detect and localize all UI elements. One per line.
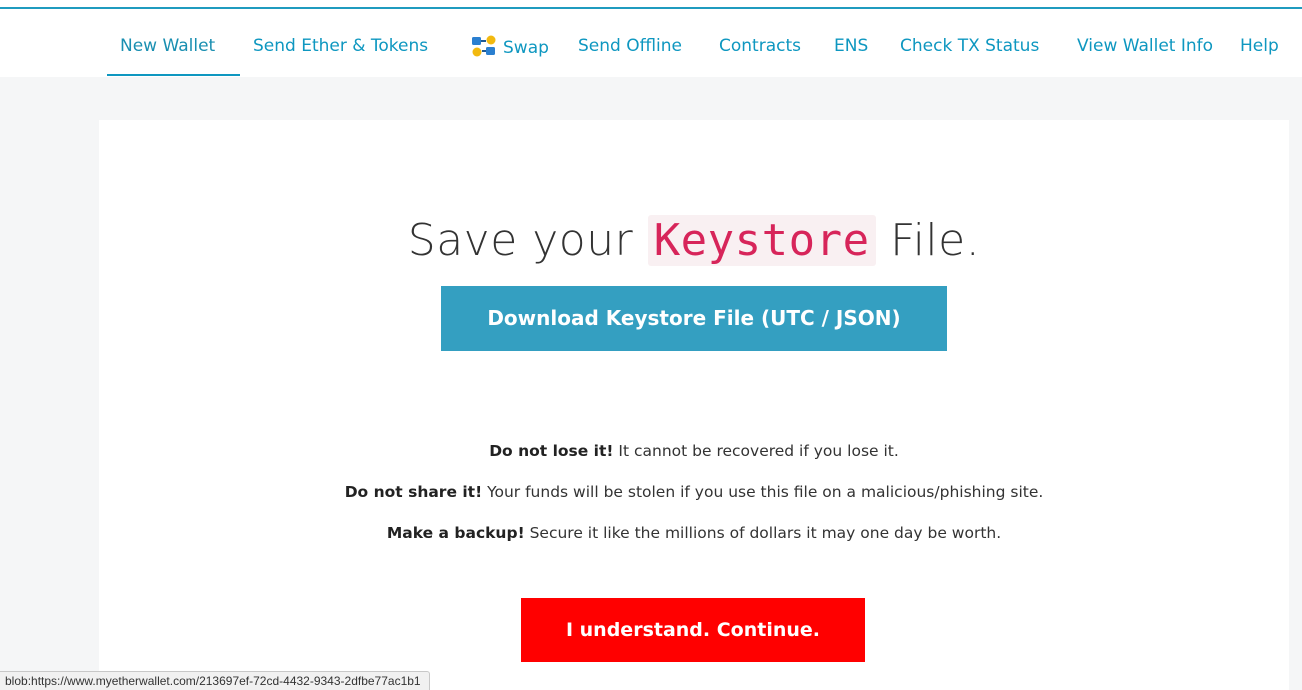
download-keystore-button[interactable]: Download Keystore File (UTC / JSON) xyxy=(441,286,947,351)
warning-item: Make a backup! Secure it like the millio… xyxy=(99,520,1289,561)
main-nav: New Wallet Send Ether & Tokens Swap Send… xyxy=(107,9,1302,77)
nav-item-swap-label: Swap xyxy=(503,38,549,58)
page-title: Save your Keystore File. xyxy=(99,215,1289,267)
title-keystore-code: Keystore xyxy=(647,215,876,267)
nav-item-ens[interactable]: ENS xyxy=(834,35,868,57)
warning-bold: Make a backup! xyxy=(386,524,525,542)
continue-button[interactable]: I understand. Continue. xyxy=(521,598,865,662)
warnings-list: Do not lose it! It cannot be recovered i… xyxy=(99,438,1289,561)
title-prefix: Save your xyxy=(407,215,648,267)
warning-item: Do not share it! Your funds will be stol… xyxy=(99,479,1289,520)
warning-bold: Do not lose it! xyxy=(489,442,614,460)
nav-item-swap[interactable]: Swap xyxy=(471,35,549,59)
nav-item-send-ether-tokens[interactable]: Send Ether & Tokens xyxy=(253,35,428,57)
swap-icon xyxy=(472,35,496,57)
nav-item-help[interactable]: Help xyxy=(1240,35,1279,57)
title-suffix: File. xyxy=(875,215,981,267)
browser-status-bar: blob:https://www.myetherwallet.com/21369… xyxy=(0,671,430,690)
nav-item-check-tx-status[interactable]: Check TX Status xyxy=(900,35,1039,57)
nav-active-underline xyxy=(107,74,240,76)
warning-text: Secure it like the millions of dollars i… xyxy=(524,524,1002,542)
warning-bold: Do not share it! xyxy=(344,483,483,501)
warning-text: Your funds will be stolen if you use thi… xyxy=(482,483,1044,501)
warning-text: It cannot be recovered if you lose it. xyxy=(613,442,899,460)
warning-item: Do not lose it! It cannot be recovered i… xyxy=(99,438,1289,479)
nav-item-new-wallet[interactable]: New Wallet xyxy=(120,35,215,57)
nav-item-send-offline[interactable]: Send Offline xyxy=(578,35,682,57)
nav-item-view-wallet-info[interactable]: View Wallet Info xyxy=(1077,35,1213,57)
page: New Wallet Send Ether & Tokens Swap Send… xyxy=(0,0,1302,690)
keystore-card: Save your Keystore File. Download Keysto… xyxy=(99,120,1289,690)
nav-item-contracts[interactable]: Contracts xyxy=(719,35,801,57)
